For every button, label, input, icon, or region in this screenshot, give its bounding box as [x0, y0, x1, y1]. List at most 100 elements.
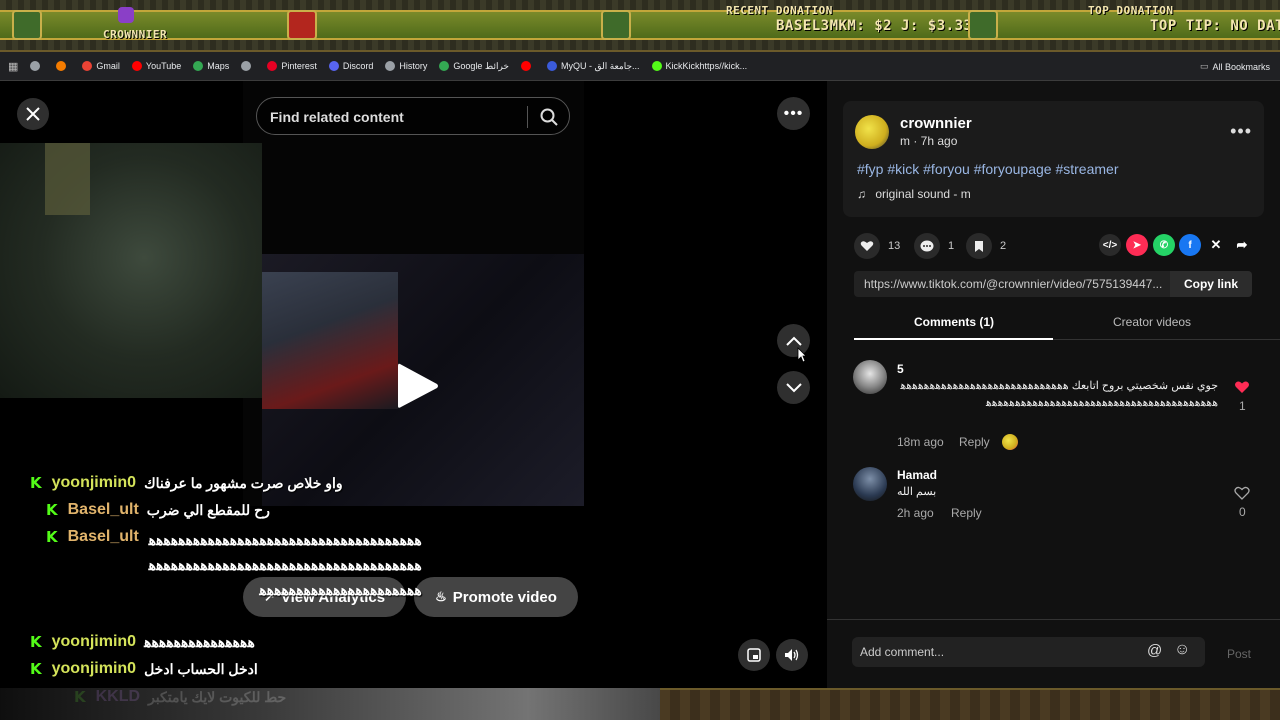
like-stat[interactable]: 13 [854, 233, 900, 259]
all-bookmarks[interactable]: ▭ All Bookmarks [1200, 52, 1270, 81]
share-arrow-icon[interactable]: ➦ [1231, 234, 1253, 256]
search-input[interactable]: Find related content [270, 109, 404, 125]
play-icon[interactable] [396, 361, 440, 411]
chat-text: رح للمقطع الي ضرب [146, 501, 270, 518]
video-area: Find related content ••• ↗ View Analytic… [0, 81, 827, 720]
bookmark-item[interactable]: Google خرائط [439, 61, 509, 72]
all-bookmarks-label: All Bookmarks [1212, 61, 1270, 72]
pinterest-icon [267, 61, 278, 71]
mention-icon[interactable]: @ [1147, 642, 1162, 659]
post-comment-button[interactable]: Post [1227, 647, 1251, 661]
send-to-friends-icon[interactable]: ➤ [1126, 234, 1148, 256]
bookmark-item[interactable] [56, 61, 70, 71]
bookmark-item[interactable]: YouTube [131, 61, 181, 71]
tab-underline [854, 338, 1053, 340]
video-link-box: https://www.tiktok.com/@crownnier/video/… [854, 271, 1252, 297]
reply-button[interactable]: Reply [951, 506, 982, 520]
video-link-url[interactable]: https://www.tiktok.com/@crownnier/video/… [864, 277, 1169, 291]
avatar[interactable] [855, 115, 889, 149]
gmail-icon [82, 61, 93, 71]
post-sound[interactable]: ♫ original sound - m [857, 187, 971, 201]
picture-in-picture-button[interactable] [738, 639, 770, 671]
globe-icon [30, 61, 41, 71]
post-hashtags[interactable]: #fyp #kick #foryou #foryoupage #streamer [857, 161, 1118, 177]
close-icon [26, 107, 40, 121]
bookmark-item[interactable]: MyQU - جامعة الق... [546, 61, 640, 72]
post-info-card: crownnier m · 7h ago ••• #fyp #kick #for… [843, 101, 1264, 217]
discord-icon [328, 61, 339, 71]
comment-text: بسم الله [897, 486, 937, 498]
bookmark-item[interactable] [520, 61, 535, 71]
heart-outline-icon[interactable] [1234, 486, 1250, 500]
post-username[interactable]: crownnier [900, 115, 972, 132]
post-meta: m · 7h ago [900, 134, 958, 148]
embed-icon[interactable]: </> [1099, 234, 1121, 256]
volume-button[interactable] [776, 639, 808, 671]
post-more-icon[interactable]: ••• [1230, 121, 1252, 142]
heart-filled-icon[interactable] [1234, 380, 1250, 394]
top-donation-label: TOP DONATION [1088, 4, 1174, 17]
more-dots-icon: ••• [783, 104, 804, 122]
bookmark-item[interactable] [30, 61, 44, 71]
more-options-button[interactable]: ••• [777, 97, 810, 130]
recent-donation-label: RECENT DONATION [726, 4, 833, 17]
facebook-icon[interactable]: f [1179, 234, 1201, 256]
tab-comments[interactable]: Comments (1) [914, 315, 994, 329]
add-comment-field[interactable]: Add comment... @ ☺ [852, 637, 1205, 667]
comment-avatar[interactable] [853, 360, 887, 394]
search-divider [527, 106, 528, 128]
bookmark-label: History [399, 61, 428, 71]
chat-username: yoonjimin0 [51, 633, 137, 650]
chat-message: K Basel_ult رح للمقطع الي ضرب [46, 501, 270, 519]
reply-button[interactable]: Reply [959, 435, 990, 449]
instagram-icon [118, 7, 134, 23]
top-donation-value: TOP TIP: NO DATA [1150, 18, 1280, 34]
bookmark-item[interactable]: KickKickhttps//kick... [651, 61, 748, 71]
comment-stat[interactable]: 1 [914, 233, 954, 259]
copy-link-button[interactable]: Copy link [1170, 271, 1252, 297]
comment-avatar[interactable] [853, 467, 887, 501]
comment-author[interactable]: Hamad [897, 468, 937, 482]
kick-icon [651, 61, 662, 71]
apps-grid-icon[interactable]: ▦ [8, 60, 18, 73]
kick-badge-icon: K [46, 501, 58, 519]
globe-icon [241, 61, 252, 71]
search-box[interactable]: Find related content [256, 97, 570, 135]
bookmark-icon [966, 233, 992, 259]
bookmark-item[interactable] [241, 61, 255, 71]
overlay-bottom-right [660, 688, 1280, 720]
overlay-bottom-left [0, 688, 660, 720]
bookmark-item[interactable]: Gmail [82, 61, 120, 71]
tab-creator-videos[interactable]: Creator videos [1113, 315, 1191, 329]
whatsapp-icon[interactable]: ✆ [1153, 234, 1175, 256]
comment-time: 18m ago [897, 435, 944, 449]
details-panel: crownnier m · 7h ago ••• #fyp #kick #for… [827, 81, 1280, 720]
comment-count: 1 [948, 240, 955, 252]
comment-icon [914, 233, 940, 259]
bookmark-item[interactable]: History [385, 61, 427, 71]
pip-icon [747, 648, 761, 662]
flame-icon: ♨ [435, 589, 447, 604]
bookmark-item[interactable]: Discord [328, 61, 374, 71]
bookmark-label: Discord [342, 61, 374, 71]
heart-emblem-icon [287, 10, 317, 40]
next-video-button[interactable] [777, 371, 810, 404]
promote-video-button[interactable]: ♨ Promote video [414, 577, 578, 617]
bookmark-label: KickKickhttps//kick... [665, 61, 748, 71]
chat-text: ادخل الحساب ادخل [144, 660, 258, 677]
streamer-webcam [0, 143, 262, 398]
creator-liked-avatar [1002, 434, 1018, 450]
search-icon[interactable] [539, 107, 559, 127]
comment-author[interactable]: 5 [897, 362, 904, 376]
chat-message: Kyoonjimin0 ﻫﻫﻫﻫﻫﻫﻫﻫﻫﻫﻫﻫﻫﻫﻫ [30, 633, 255, 651]
x-twitter-icon[interactable]: ✕ [1205, 234, 1227, 256]
close-button[interactable] [17, 98, 49, 130]
save-count: 2 [1000, 240, 1007, 252]
save-stat[interactable]: 2 [966, 233, 1006, 259]
kick-badge-icon: K [46, 528, 58, 546]
heart-icon [854, 233, 880, 259]
chat-message: Kyoonjimin0 ادخل الحساب ادخل [30, 660, 258, 678]
emoji-icon[interactable]: ☺ [1174, 641, 1190, 659]
bookmark-item[interactable]: Pinterest [267, 61, 317, 71]
bookmark-item[interactable]: Maps [193, 61, 229, 71]
